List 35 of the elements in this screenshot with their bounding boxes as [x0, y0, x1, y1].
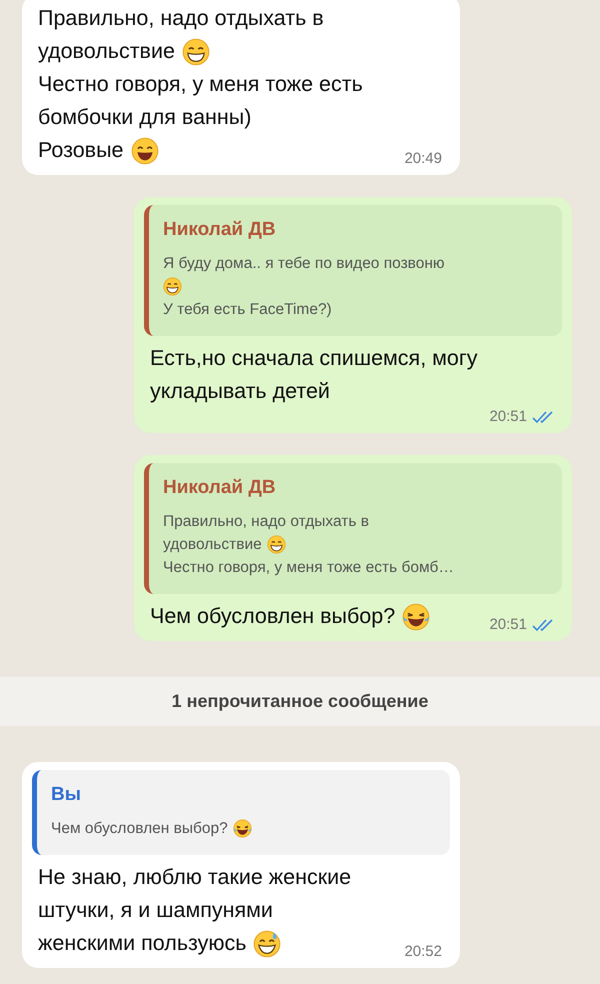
message-text: Правильно, надо отдыхать в	[163, 512, 369, 532]
message-text: Чем обусловлен выбор?	[150, 603, 396, 630]
message-time: 20:49	[404, 150, 442, 167]
message-text: укладывать детей	[150, 378, 330, 405]
laughing-tears-face-icon	[402, 602, 430, 630]
quoted-message[interactable]: Вы Чем обусловлен выбор?	[32, 770, 450, 855]
quoted-message[interactable]: Николай ДВ Правильно, надо отдыхать в удовольствие Честно говоря, у меня тоже есть бомб…	[144, 463, 562, 594]
message-text: удовольствие	[38, 38, 175, 65]
message-text: Есть,но сначала спишемся, могу	[150, 345, 478, 372]
laughing-tears-face-icon	[232, 819, 252, 838]
quote-author: Николай ДВ	[163, 219, 277, 241]
sweat-smile-face-icon	[253, 930, 282, 958]
message-time: 20:51	[489, 408, 527, 425]
message-text: Чем обусловлен выбор?	[51, 819, 228, 839]
message-text: Честно говоря, у меня тоже есть бомб…	[163, 558, 454, 578]
message-time: 20:51	[489, 616, 527, 633]
message-text: штучки, я и шампунями	[38, 897, 273, 924]
quote-author: Вы	[51, 784, 82, 806]
message-time: 20:52	[404, 943, 442, 960]
quote-author: Николай ДВ	[163, 477, 277, 499]
message-text: У тебя есть FaceTime?)	[163, 300, 332, 320]
grinning-face-icon	[163, 277, 182, 296]
message-text: бомбочки для ванны)	[38, 104, 252, 131]
message-text: женскими пользуюсь	[38, 930, 246, 957]
grinning-face-icon	[266, 535, 286, 554]
message-text: Я буду дома.. я тебе по видео позвоню	[163, 254, 445, 274]
quoted-message[interactable]: Николай ДВ Я буду дома.. я тебе по видео позвоню У тебя есть FaceTime?)	[144, 205, 562, 336]
unread-label: 1 непрочитанное сообщение	[172, 691, 428, 712]
smiling-face-icon	[130, 136, 159, 164]
message-text: Честно говоря, у меня тоже есть	[38, 71, 363, 98]
message-text: Розовые	[38, 137, 124, 164]
message-text: Правильно, надо отдыхать в	[38, 5, 324, 32]
message-text: удовольствие	[163, 535, 262, 555]
grinning-face-icon	[182, 38, 210, 66]
message-text: Не знаю, люблю такие женские	[38, 864, 352, 891]
